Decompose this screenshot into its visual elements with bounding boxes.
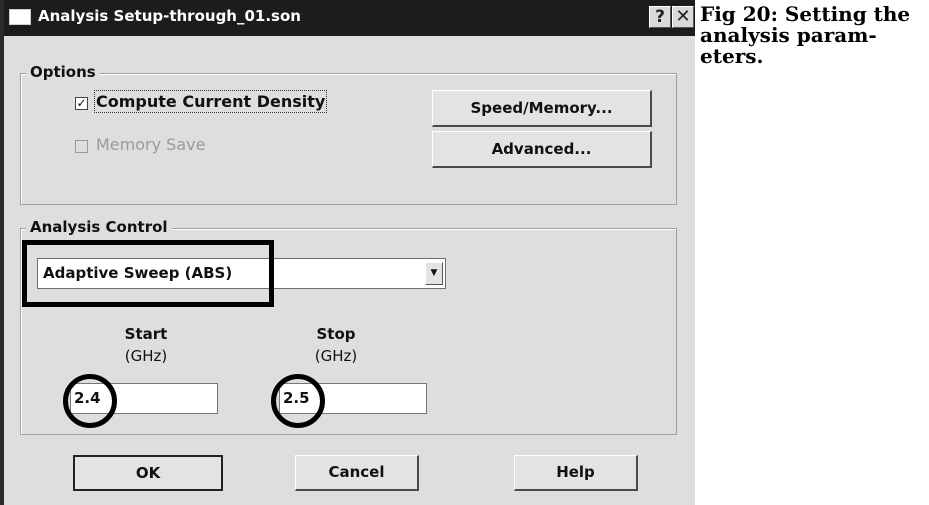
options-legend: Options bbox=[26, 63, 100, 81]
speed-memory-button[interactable]: Speed/Memory... bbox=[432, 90, 652, 127]
ok-button[interactable]: OK bbox=[73, 455, 223, 491]
memory-save-checkbox[interactable] bbox=[75, 140, 88, 153]
memory-save-label[interactable]: Memory Save bbox=[96, 135, 205, 154]
help-icon[interactable]: ? bbox=[649, 6, 671, 28]
window-title: Analysis Setup-through_01.son bbox=[38, 7, 301, 25]
compute-current-density-checkbox[interactable]: ✓ bbox=[75, 97, 88, 110]
start-unit: (GHz) bbox=[124, 347, 168, 365]
analysis-setup-dialog: Analysis Setup-through_01.son ? ✕ Option… bbox=[0, 0, 695, 505]
advanced-button[interactable]: Advanced... bbox=[432, 131, 652, 168]
cancel-button[interactable]: Cancel bbox=[295, 455, 419, 491]
compute-current-density-label[interactable]: Compute Current Density bbox=[93, 90, 328, 113]
analysis-control-legend: Analysis Control bbox=[26, 218, 172, 236]
sweep-highlight-box bbox=[22, 240, 274, 307]
figure-caption: Fig 20: Setting the analysis param- eter… bbox=[700, 2, 911, 68]
title-bar[interactable]: Analysis Setup-through_01.son ? ✕ bbox=[4, 0, 695, 36]
close-icon[interactable]: ✕ bbox=[672, 6, 694, 28]
chevron-down-icon[interactable]: ▼ bbox=[425, 262, 443, 285]
window-icon bbox=[9, 9, 31, 25]
stop-label: Stop bbox=[316, 325, 356, 343]
start-highlight-circle bbox=[63, 374, 117, 428]
help-button[interactable]: Help bbox=[514, 455, 638, 491]
start-label: Start bbox=[124, 325, 168, 343]
stop-unit: (GHz) bbox=[314, 347, 358, 365]
stop-highlight-circle bbox=[271, 374, 325, 428]
